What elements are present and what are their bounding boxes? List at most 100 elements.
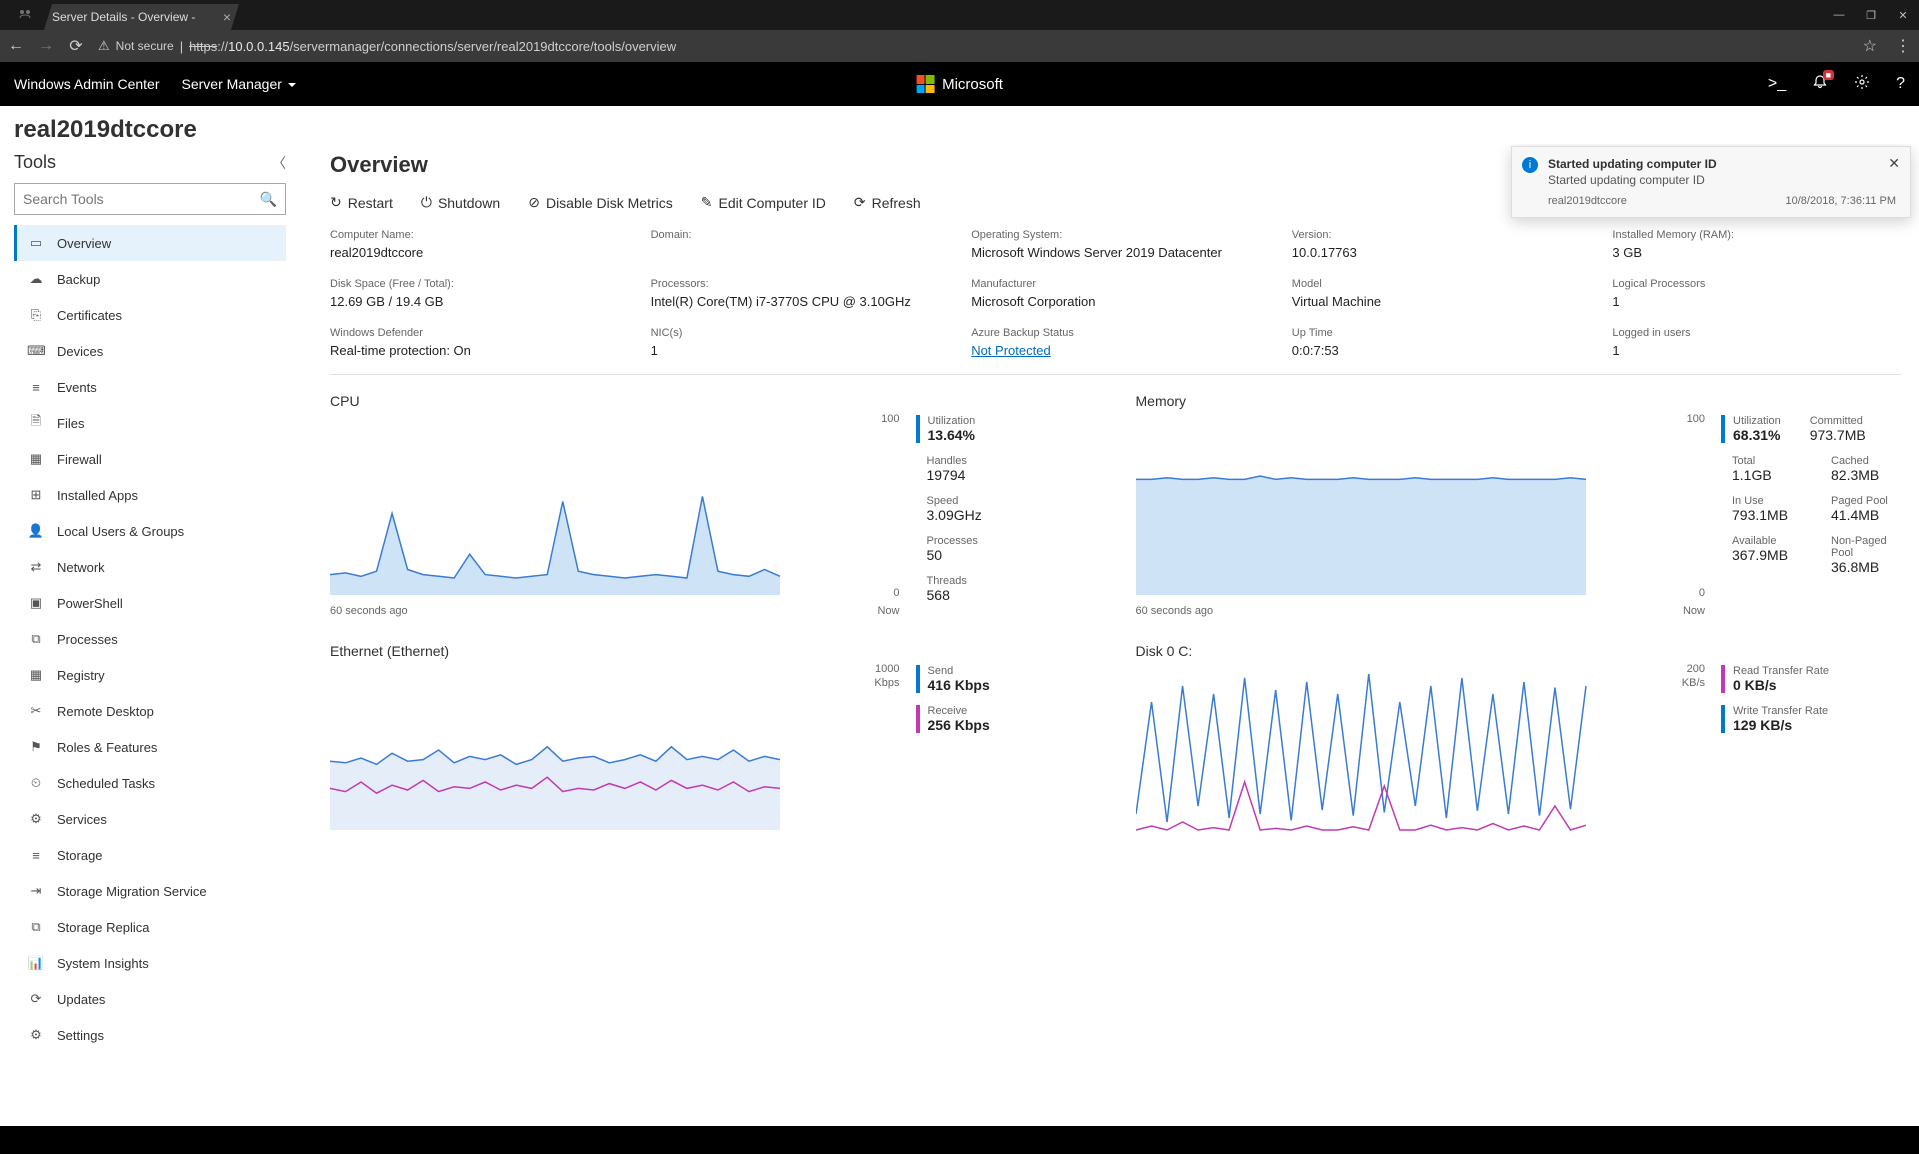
property-label: Logged in users: [1612, 327, 1901, 339]
sidebar-item-certificates[interactable]: ⎘Certificates: [14, 297, 286, 333]
settings-icon[interactable]: [1854, 74, 1870, 95]
sidebar-item-devices[interactable]: ⌨Devices: [14, 333, 286, 369]
security-label: Not secure: [116, 39, 174, 53]
sidebar-item-network[interactable]: ⇄Network: [14, 549, 286, 585]
property-label: Processors:: [651, 278, 940, 290]
property-cell: Windows DefenderReal-time protection: On: [330, 327, 619, 358]
sidebar-item-roles-features[interactable]: ⚑Roles & Features: [14, 729, 286, 765]
tools-list: ▭Overview☁Backup⎘Certificates⌨Devices≡Ev…: [14, 225, 286, 1126]
reload-button[interactable]: ⟳: [68, 36, 84, 56]
stat-label: Handles: [927, 455, 1096, 467]
property-label: Computer Name:: [330, 229, 619, 241]
sidebar-item-installed-apps[interactable]: ⊞Installed Apps: [14, 477, 286, 513]
sidebar-item-firewall[interactable]: ▦Firewall: [14, 441, 286, 477]
edit-id-button[interactable]: ✎Edit Computer ID: [701, 194, 826, 211]
close-window-button[interactable]: ✕: [1887, 0, 1919, 30]
browser-tab[interactable]: Server Details - Overview - ×: [44, 4, 239, 30]
sidebar-item-label: Services: [57, 812, 107, 827]
stat-label: Paged Pool: [1831, 495, 1901, 507]
tool-icon: ⇄: [27, 559, 45, 575]
sidebar-item-events[interactable]: ≡Events: [14, 369, 286, 405]
sidebar-item-backup[interactable]: ☁Backup: [14, 261, 286, 297]
stat-label: Committed: [1810, 415, 1866, 427]
sidebar-item-remote-desktop[interactable]: ✂Remote Desktop: [14, 693, 286, 729]
tool-icon: ⚙: [27, 811, 45, 827]
sidebar-item-storage-replica[interactable]: ⧉Storage Replica: [14, 909, 286, 945]
back-button[interactable]: ←: [8, 37, 24, 55]
context-dropdown[interactable]: Server Manager: [182, 76, 296, 92]
property-label: Model: [1292, 278, 1581, 290]
browser-more-icon[interactable]: ⋮: [1895, 36, 1911, 56]
stat-label: Non-Paged Pool: [1831, 535, 1901, 559]
notification-badge: ■: [1823, 70, 1834, 80]
browser-menu-icon[interactable]: [6, 0, 44, 30]
help-icon[interactable]: ?: [1896, 75, 1905, 93]
property-value: 10.0.17763: [1292, 245, 1581, 260]
product-label[interactable]: Windows Admin Center: [14, 76, 160, 92]
maximize-button[interactable]: ❐: [1855, 0, 1887, 30]
property-value: 0:0:7:53: [1292, 343, 1581, 358]
memory-chart: 100 0 60 seconds agoNow: [1136, 415, 1706, 617]
close-icon[interactable]: ×: [223, 9, 231, 25]
minimize-button[interactable]: —: [1823, 0, 1855, 30]
sidebar-item-registry[interactable]: ▦Registry: [14, 657, 286, 693]
tools-search[interactable]: 🔍: [14, 183, 286, 215]
tool-icon: ⚙: [27, 1027, 45, 1043]
sidebar-item-updates[interactable]: ⟳Updates: [14, 981, 286, 1017]
search-input[interactable]: [23, 191, 260, 207]
address-bar[interactable]: ⚠ Not secure | https://10.0.0.145/server…: [98, 38, 676, 54]
stat: Processes50: [916, 535, 1096, 563]
sidebar-item-processes[interactable]: ⧉Processes: [14, 621, 286, 657]
stat-value: 129 KB/s: [1733, 717, 1901, 733]
stat: Write Transfer Rate129 KB/s: [1721, 705, 1901, 733]
tool-icon: 📊: [27, 955, 45, 971]
sidebar-item-label: Local Users & Groups: [57, 524, 184, 539]
sidebar-item-settings[interactable]: ⚙Settings: [14, 1017, 286, 1053]
property-value[interactable]: Not Protected: [971, 343, 1260, 358]
property-cell: Installed Memory (RAM):3 GB: [1612, 229, 1901, 260]
url-text: https://10.0.0.145/servermanager/connect…: [189, 39, 676, 54]
tool-icon: ⚑: [27, 739, 45, 755]
property-value: 1: [1612, 343, 1901, 358]
forward-button[interactable]: →: [38, 37, 54, 55]
stat: Paged Pool41.4MB: [1820, 495, 1901, 523]
sidebar-item-label: Overview: [57, 236, 111, 251]
sidebar-item-storage-migration-service[interactable]: ⇥Storage Migration Service: [14, 873, 286, 909]
close-icon[interactable]: ✕: [1888, 155, 1900, 172]
sidebar-item-system-insights[interactable]: 📊System Insights: [14, 945, 286, 981]
console-icon[interactable]: >_: [1768, 75, 1786, 93]
favorite-icon[interactable]: ☆: [1863, 36, 1877, 56]
cpu-stats: Utilization13.64%Handles19794Speed3.09GH…: [916, 415, 1096, 617]
sidebar-item-scheduled-tasks[interactable]: ⏲Scheduled Tasks: [14, 765, 286, 801]
collapse-icon[interactable]: 〈: [272, 153, 286, 173]
property-value: Virtual Machine: [1292, 294, 1581, 309]
search-icon[interactable]: 🔍: [260, 191, 277, 208]
stat-value: 68.31%: [1733, 427, 1781, 443]
taskbar: [0, 1126, 1919, 1154]
stat-label: Utilization: [928, 415, 1096, 427]
property-label: Up Time: [1292, 327, 1581, 339]
refresh-button[interactable]: ⟳Refresh: [854, 194, 921, 211]
sidebar-item-label: Installed Apps: [57, 488, 138, 503]
sidebar-item-services[interactable]: ⚙ Services: [14, 801, 286, 837]
ethernet-metric: Ethernet (Ethernet) 1000 Kbps Send416 Kb…: [330, 643, 1096, 835]
browser-nav: ← → ⟳ ⚠ Not secure | https://10.0.0.145/…: [0, 30, 1919, 62]
tool-icon: ▣: [27, 595, 45, 611]
tool-icon: ⧉: [27, 919, 45, 935]
restart-button[interactable]: ↻Restart: [330, 194, 393, 211]
sidebar-item-overview[interactable]: ▭Overview: [14, 225, 286, 261]
tools-panel: Tools 〈 🔍 ▭Overview☁Backup⎘Certificates⌨…: [0, 144, 300, 1126]
sidebar-item-local-users-groups[interactable]: 👤Local Users & Groups: [14, 513, 286, 549]
sidebar-item-files[interactable]: 🗎Files: [14, 405, 286, 441]
notifications-icon[interactable]: ■: [1812, 74, 1828, 95]
server-name: real2019dtccore: [14, 116, 1905, 144]
stat-value: 82.3MB: [1831, 467, 1901, 483]
chart-title: Ethernet (Ethernet): [330, 643, 1096, 659]
shutdown-button[interactable]: ⏻Shutdown: [421, 194, 500, 211]
property-cell: Logged in users 1: [1612, 327, 1901, 358]
wac-topbar: Windows Admin Center Server Manager Micr…: [0, 62, 1919, 106]
sidebar-item-powershell[interactable]: ▣PowerShell: [14, 585, 286, 621]
disable-disk-button[interactable]: ⊘Disable Disk Metrics: [528, 194, 673, 211]
sidebar-item-storage[interactable]: ≡Storage: [14, 837, 286, 873]
disk-metric: Disk 0 C: 200 KB/s Read Transfer Rate0 K…: [1136, 643, 1902, 835]
